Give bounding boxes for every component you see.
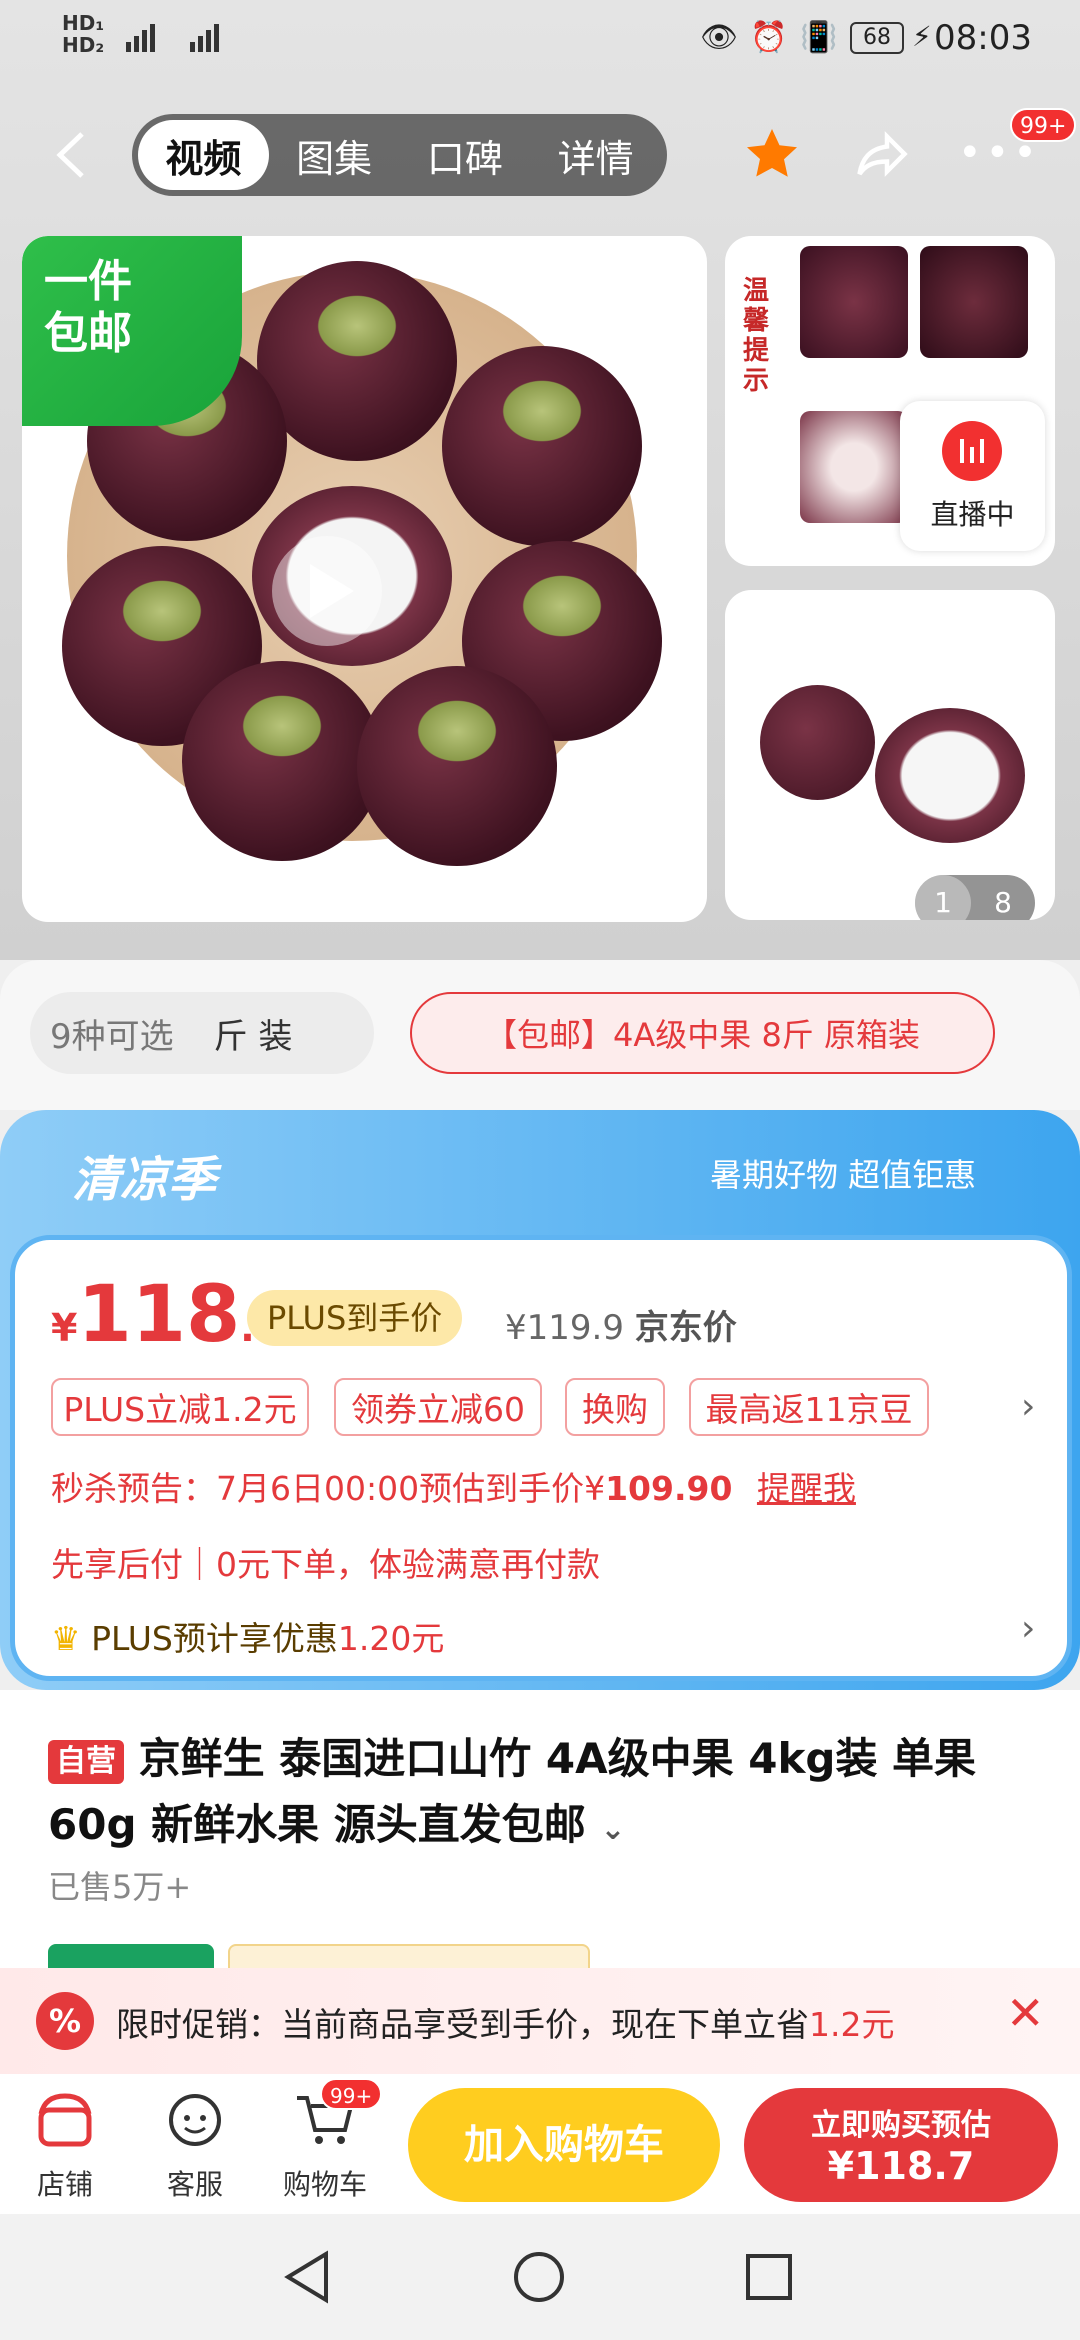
chevron-right-icon[interactable]: ›	[1021, 1386, 1035, 1427]
chat-icon	[169, 2094, 221, 2146]
live-badge[interactable]: 直播中	[900, 401, 1045, 551]
discount-icon: %	[36, 1992, 94, 2050]
chevron-down-icon[interactable]: ⌄	[600, 1812, 625, 1847]
pay-later-text[interactable]: 先享后付｜0元下单，体验满意再付款	[51, 1538, 600, 1586]
status-bar: HD₁ HD₂ 👁 ⏰ 📳 68 ⚡ 08:03	[0, 0, 1080, 80]
price-card: ¥118.7 PLUS到手价 ¥119.9 京东价 PLUS立减1.2元 领券立…	[10, 1235, 1072, 1681]
free-shipping-tag: 一件 包邮	[22, 236, 242, 426]
chevron-right-icon[interactable]: ›	[1021, 1608, 1035, 1649]
tab-reviews[interactable]: 口碑	[400, 120, 531, 190]
eye-icon: 👁	[700, 20, 739, 55]
add-to-cart-button[interactable]: 加入购物车	[408, 2088, 720, 2202]
share-icon[interactable]	[852, 124, 912, 184]
alarm-icon: ⏰	[750, 20, 788, 55]
self-operated-tag: 自营	[48, 1739, 124, 1784]
top-nav: 视频 图集 口碑 详情 ••• 99+	[0, 100, 1080, 210]
back-icon[interactable]	[52, 130, 92, 180]
charging-icon: ⚡	[912, 20, 932, 53]
coupon-chip[interactable]: PLUS立减1.2元	[51, 1378, 309, 1436]
customer-service-button[interactable]: 客服	[140, 2074, 250, 2214]
crown-icon: ♛	[51, 1619, 81, 1658]
service-label: 客服	[166, 2168, 223, 2201]
spec-option-selected[interactable]: 【包邮】4A级中果 8斤 原箱装	[410, 992, 995, 1074]
favorite-star-icon[interactable]	[742, 124, 802, 184]
live-icon	[942, 421, 1002, 481]
remind-me-link[interactable]: 提醒我	[757, 1469, 856, 1508]
thumbnail-tips[interactable]: 温馨提示 直播中	[725, 236, 1055, 566]
shop-label: 店铺	[36, 2168, 93, 2201]
network-indicator: HD₁ HD₂	[62, 11, 105, 57]
plus-price-tag: PLUS到手价	[247, 1290, 463, 1346]
bottom-action-bar: 店铺 客服 购物车 99+ 加入购物车 立即购买预估 ¥118.7	[0, 2074, 1080, 2214]
cart-label: 购物车	[282, 2168, 367, 2201]
buy-now-label: 立即购买预估	[811, 2108, 991, 2143]
sold-count: 已售5万+	[48, 1868, 192, 1906]
spec-selector: 9种可选 斤 装 【包邮】4A级中果 8斤 原箱装	[0, 960, 1080, 1110]
main-media-card[interactable]: 一件 包邮	[22, 236, 707, 922]
shop-button[interactable]: 店铺	[10, 2074, 120, 2214]
page-total: 8	[994, 886, 1012, 919]
media-tabs: 视频 图集 口碑 详情	[132, 114, 667, 196]
system-nav-bar	[0, 2214, 1080, 2340]
live-label: 直播中	[930, 498, 1015, 531]
tab-gallery[interactable]: 图集	[269, 120, 400, 190]
signal-icon	[126, 24, 219, 52]
tab-details[interactable]: 详情	[530, 120, 661, 190]
tab-video[interactable]: 视频	[138, 120, 269, 190]
close-icon[interactable]: ✕	[1006, 1986, 1045, 2040]
nav-recents-icon[interactable]	[744, 2252, 794, 2302]
spec-count-pill[interactable]: 9种可选 斤 装	[30, 992, 374, 1074]
flash-sale-notice: 秒杀预告：7月6日00:00预估到手价¥109.90 提醒我	[51, 1469, 856, 1508]
thumbnail-fruit[interactable]: 1 8	[725, 590, 1055, 920]
coupon-chip[interactable]: 领券立减60	[334, 1378, 542, 1436]
plus-saving[interactable]: ♛ PLUS预计享优惠1.20元	[51, 1612, 444, 1660]
play-button[interactable]	[272, 536, 382, 646]
cart-button[interactable]: 购物车 99+	[270, 2074, 383, 2214]
spec-option-partial: 斤 装	[213, 1016, 293, 1057]
nav-home-icon[interactable]	[512, 2250, 566, 2304]
tips-title: 温馨提示	[743, 276, 770, 396]
clock: 08:03	[934, 18, 1032, 58]
buy-now-button[interactable]: 立即购买预估 ¥118.7	[744, 2088, 1058, 2202]
vibrate-icon: 📳	[800, 20, 838, 55]
battery-indicator: 68	[850, 22, 904, 54]
message-badge: 99+	[1010, 108, 1077, 142]
spec-count: 9种可选	[50, 1016, 174, 1057]
shop-icon	[38, 2093, 92, 2147]
buy-now-price: ¥118.7	[827, 2144, 975, 2188]
limited-promo-strip: % 限时促销：当前商品享受到手价，现在下单立省1.2元 ✕	[0, 1968, 1080, 2074]
banner-slogan: 暑期好物 超值钜惠	[710, 1156, 977, 1194]
play-icon	[310, 564, 354, 618]
jd-price: ¥119.9 京东价	[505, 1308, 737, 1348]
banner-title: 清凉季	[72, 1152, 217, 1208]
coupon-chip[interactable]: 最高返11京豆	[689, 1378, 929, 1436]
coupon-chips: PLUS立减1.2元 领券立减60 换购 最高返11京豆 ›	[51, 1378, 1041, 1438]
coupon-chip[interactable]: 换购	[565, 1378, 665, 1436]
nav-back-icon[interactable]	[282, 2250, 332, 2304]
limited-promo-text: 限时促销：当前商品享受到手价，现在下单立省1.2元	[116, 2005, 895, 2044]
cart-badge: 99+	[320, 2078, 383, 2110]
product-title: 自营 京鲜生 泰国进口山竹 4A级中果 4kg装 单果60g 新鲜水果 源头直发…	[48, 1734, 977, 1849]
page-current: 1	[915, 875, 971, 920]
page-indicator: 1 8	[915, 875, 1035, 920]
